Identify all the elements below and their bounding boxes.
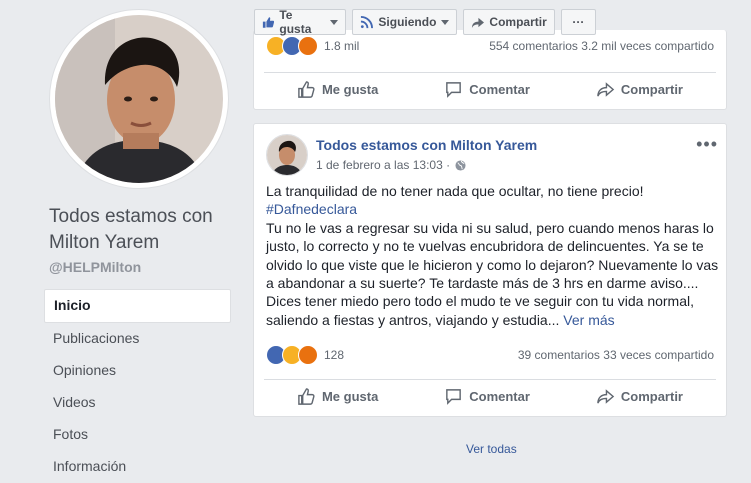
page-action-bar: Te gusta Siguiendo Compartir ··· [254,8,596,37]
post-actions: Me gusta Comentar Compartir [264,379,716,412]
reaction-summary[interactable]: 1.8 mil [266,36,359,56]
thumbs-up-icon [298,80,315,98]
share-button[interactable]: Compartir [578,383,701,410]
angry-reaction-icon [298,345,318,365]
reaction-count[interactable]: 128 [324,348,344,362]
like-button[interactable]: Me gusta [279,76,396,103]
page-name[interactable]: Todos estamos con Milton Yarem [49,204,239,256]
nav-item-opiniones[interactable]: Opiniones [44,355,231,387]
post-author-avatar[interactable] [266,134,308,176]
like-label: Me gusta [321,81,379,97]
share-button[interactable]: Compartir [578,76,701,103]
thumbs-up-icon [262,16,275,28]
left-column: Todos estamos con Milton Yarem @HELPMilt… [0,0,240,474]
page-nav: Inicio Publicaciones Opiniones Videos Fo… [44,289,231,483]
previous-post-stats: 1.8 mil 554 comentarios 3.2 mil veces co… [266,36,714,56]
previous-post-card: 1.8 mil 554 comentarios 3.2 mil veces co… [253,30,727,110]
comment-label: Comentar [469,388,530,404]
globe-icon [455,159,466,171]
angry-reaction-icon [298,36,318,56]
reaction-count[interactable]: 1.8 mil [324,39,359,53]
see-all-link[interactable]: Ver todas [466,442,517,456]
share-arrow-icon [472,17,485,28]
share-count[interactable]: 3.2 mil veces compartido [581,39,714,53]
comment-button[interactable]: Comentar [426,76,548,103]
nav-item-inicio[interactable]: Inicio [44,289,231,323]
share-arrow-icon [597,388,615,404]
comment-count[interactable]: 554 comentarios [489,39,578,53]
page-like-button[interactable]: Te gusta [254,8,347,36]
profile-photo-image [55,15,223,183]
chevron-down-icon [441,19,450,25]
nav-item-videos[interactable]: Videos [44,387,231,419]
post-card: Todos estamos con Milton Yarem 1 de febr… [253,123,727,417]
profile-picture[interactable] [55,15,223,183]
post-author-name[interactable]: Todos estamos con Milton Yarem [316,137,537,153]
share-label: Compartir [620,388,683,404]
post-text-body: Tu no le vas a regresar su vida ni su sa… [266,219,719,328]
thumbs-up-icon [298,387,315,405]
post-body: La tranquilidad de no tener nada que ocu… [266,182,721,329]
post-options-button[interactable]: ••• [696,134,718,155]
nav-item-fotos[interactable]: Fotos [44,419,231,451]
page-like-label: Te gusta [279,8,312,36]
comment-label: Comentar [469,81,530,97]
like-button[interactable]: Me gusta [279,383,396,410]
nav-item-publicaciones[interactable]: Publicaciones [44,323,231,355]
page-share-label: Compartir [489,15,547,29]
author-avatar-image [267,135,307,175]
chevron-down-icon [330,19,339,25]
page-handle[interactable]: @HELPMilton [49,259,141,275]
see-more-link[interactable]: Ver más [563,312,614,328]
nav-item-informacion[interactable]: Información [44,451,231,483]
comment-button[interactable]: Comentar [426,383,548,410]
following-label: Siguiendo [378,15,437,29]
share-label: Compartir [620,81,683,97]
page-share-button[interactable]: Compartir [463,9,555,35]
share-count[interactable]: 33 veces compartido [603,348,714,362]
share-arrow-icon [597,81,615,97]
hashtag-link[interactable]: #Dafnedeclara [266,201,357,217]
more-options-button[interactable]: ··· [560,9,596,35]
comment-count[interactable]: 39 comentarios [518,348,600,362]
previous-post-actions: Me gusta Comentar Compartir [264,72,716,105]
comment-icon [446,81,462,98]
post-timestamp[interactable]: 1 de febrero a las 13:03 · [316,158,466,172]
like-label: Me gusta [321,388,379,404]
post-date-text: 1 de febrero a las 13:03 · [316,158,451,172]
post-text-line: La tranquilidad de no tener nada que ocu… [266,183,644,199]
post-stats: 128 39 comentarios 33 veces compartido [266,345,714,365]
rss-feed-icon [361,15,374,28]
reaction-summary[interactable]: 128 [266,345,344,365]
right-gutter [734,0,751,474]
following-button[interactable]: Siguiendo [352,9,458,35]
comment-icon [446,388,462,405]
